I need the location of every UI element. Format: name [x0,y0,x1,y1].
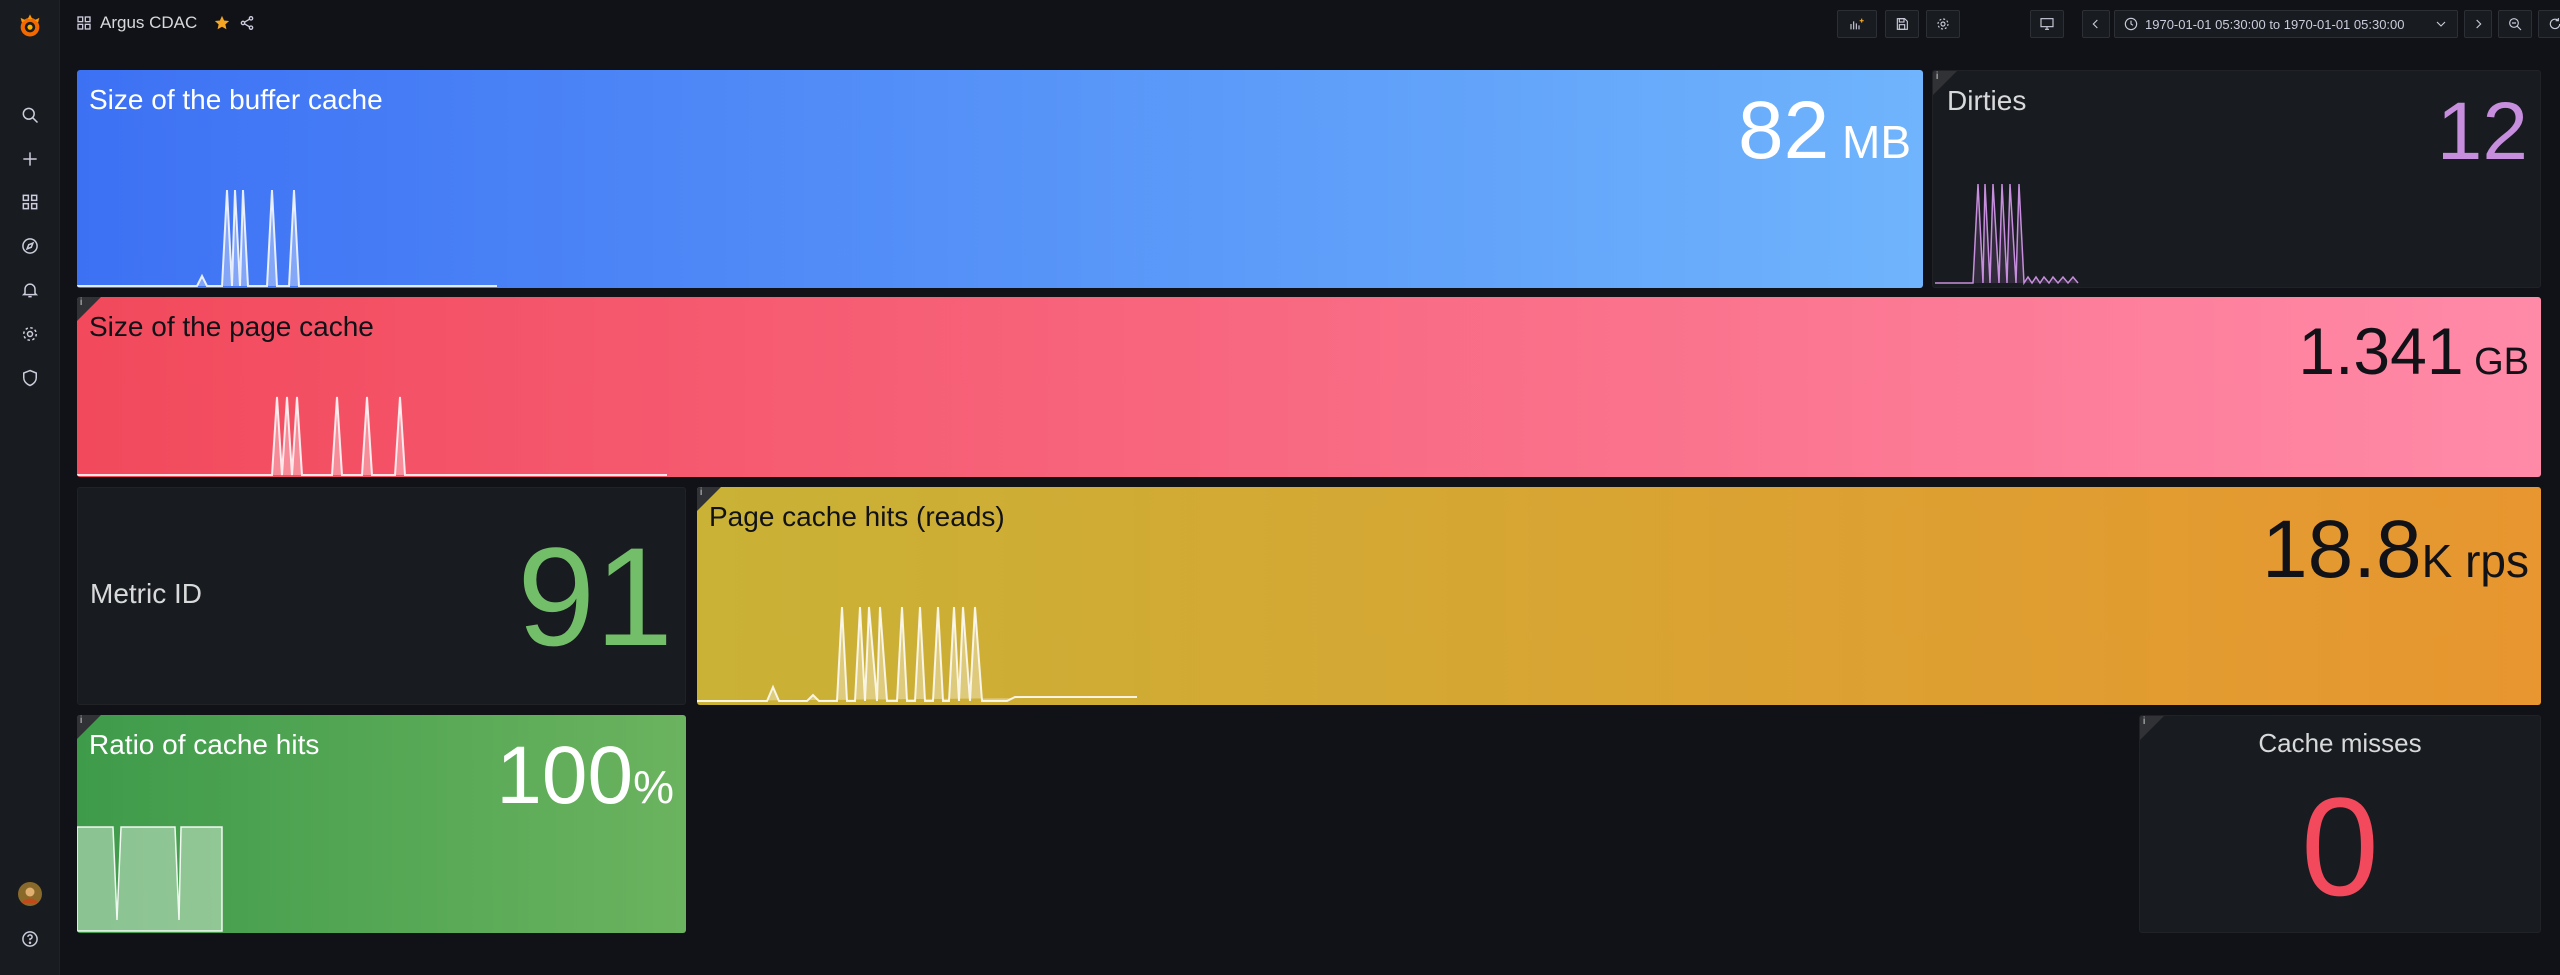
zoom-out-button[interactable] [2498,10,2532,38]
panel-title: Cache misses [2258,728,2422,758]
monitor-icon [2040,18,2054,30]
zoom-out-icon [2509,18,2522,31]
cycle-view-mode-button[interactable] [2030,10,2064,38]
sparkline [77,826,223,932]
time-picker-button[interactable]: 1970-01-01 05:30:00 to 1970-01-01 05:30:… [2114,10,2458,38]
panel-page-cache-hits[interactable]: i Page cache hits (reads) 18.8K rps [697,487,2541,705]
clock-icon [2124,17,2138,31]
gear-icon[interactable] [18,322,42,346]
share-icon[interactable] [239,15,255,31]
shield-icon[interactable] [18,366,42,390]
time-range-label: 1970-01-01 05:30:00 to 1970-01-01 05:30:… [2145,16,2405,32]
sparkline [77,396,667,476]
star-icon[interactable] [213,14,231,32]
panel-ratio-cache-hits[interactable]: i Ratio of cache hits 100% [77,715,686,933]
top-navbar: Argus CDAC 1970-01-01 05:30:00 to 1970-0… [60,0,2560,48]
refresh-button[interactable] [2538,10,2560,38]
gear-icon [1937,18,1949,30]
save-icon [1896,18,1908,30]
sparkline [77,189,497,287]
panel-page-cache[interactable]: i Size of the page cache 1.341 GB [77,297,2541,477]
avatar[interactable] [18,882,42,906]
panel-metric-id[interactable]: Metric ID 91 [77,487,686,705]
sparkline [1935,183,2079,286]
add-panel-button[interactable] [1837,10,1877,38]
chevron-down-icon [2436,21,2446,27]
dashboard-title[interactable]: Argus CDAC [100,13,197,33]
panel-buffer-cache[interactable]: Size of the buffer cache 82 MB [77,70,1923,288]
panel-title: Metric ID [90,578,202,609]
dashboards-icon[interactable] [18,190,42,214]
sparkline [697,606,1137,702]
panel-cache-misses[interactable]: i Cache misses 0 [2139,715,2541,933]
add-panel-icon [1850,18,1864,30]
search-icon[interactable] [18,103,42,127]
refresh-icon [2549,18,2560,30]
sidebar [0,0,60,975]
panel-dirties[interactable]: i Dirties 12 [1932,70,2541,288]
stat-value: 0 [2301,768,2379,925]
time-shift-forward-button[interactable] [2464,10,2492,38]
time-shift-back-button[interactable] [2082,10,2110,38]
dashboard-settings-button[interactable] [1926,10,1960,38]
save-dashboard-button[interactable] [1885,10,1919,38]
explore-compass-icon[interactable] [18,234,42,258]
grafana-logo-icon[interactable] [16,12,44,40]
bell-icon[interactable] [18,278,42,302]
plus-icon[interactable] [18,147,42,171]
stat-value: 91 [517,518,673,675]
help-icon[interactable] [18,927,42,951]
chevron-left-icon [2092,19,2098,29]
chevron-right-icon [2476,19,2482,29]
breadcrumb: Argus CDAC [76,13,255,33]
dashboards-grid-icon [77,16,91,30]
